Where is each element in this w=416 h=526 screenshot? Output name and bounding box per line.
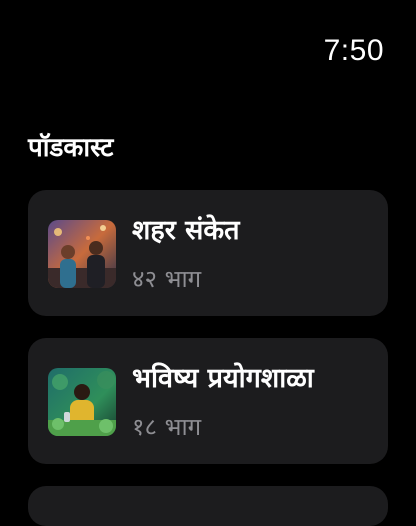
podcast-artwork [48,220,116,288]
page-title: पॉडकास्ट [28,133,114,163]
podcast-episode-count: ४२ भाग [132,265,202,293]
podcast-card[interactable]: शहर संकेत ४२ भाग [28,190,388,316]
podcast-title: शहर संकेत [132,215,240,246]
status-time: 7:50 [323,34,384,67]
podcast-artwork [48,368,116,436]
podcast-episode-count: १८ भाग [132,413,202,441]
podcast-title: भविष्य प्रयोगशाळा [132,363,314,394]
podcast-card-partial[interactable] [28,486,388,526]
podcast-card[interactable]: भविष्य प्रयोगशाळा १८ भाग [28,338,388,464]
